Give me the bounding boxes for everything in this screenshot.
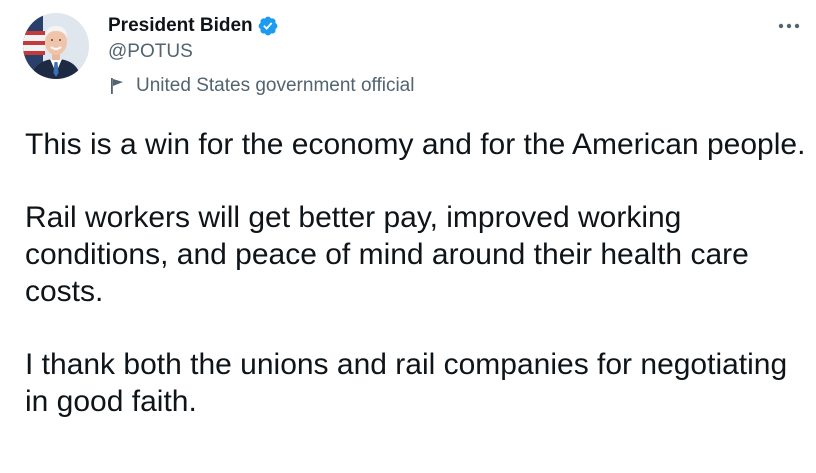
avatar[interactable] bbox=[23, 13, 89, 79]
more-options-icon bbox=[778, 23, 800, 29]
tweet-card: President Biden @POTUS United States gov… bbox=[0, 0, 816, 473]
tweet-paragraph: This is a win for the economy and for th… bbox=[25, 128, 806, 161]
flag-icon bbox=[111, 78, 123, 94]
avatar-image bbox=[23, 13, 89, 79]
tweet-paragraph: I thank both the unions and rail compani… bbox=[25, 348, 788, 418]
verified-badge-icon bbox=[258, 16, 278, 36]
tweet-text: This is a win for the economy and for th… bbox=[25, 126, 810, 420]
tweet-paragraph: Rail workers will get better pay, improv… bbox=[25, 201, 749, 308]
author-handle[interactable]: @POTUS bbox=[108, 40, 193, 64]
author-name-row[interactable]: President Biden bbox=[108, 13, 279, 39]
more-options-button[interactable] bbox=[772, 12, 806, 40]
government-label-text: United States government official bbox=[136, 75, 415, 96]
author-display-name[interactable]: President Biden bbox=[108, 13, 253, 39]
government-label[interactable]: United States government official bbox=[108, 74, 414, 98]
